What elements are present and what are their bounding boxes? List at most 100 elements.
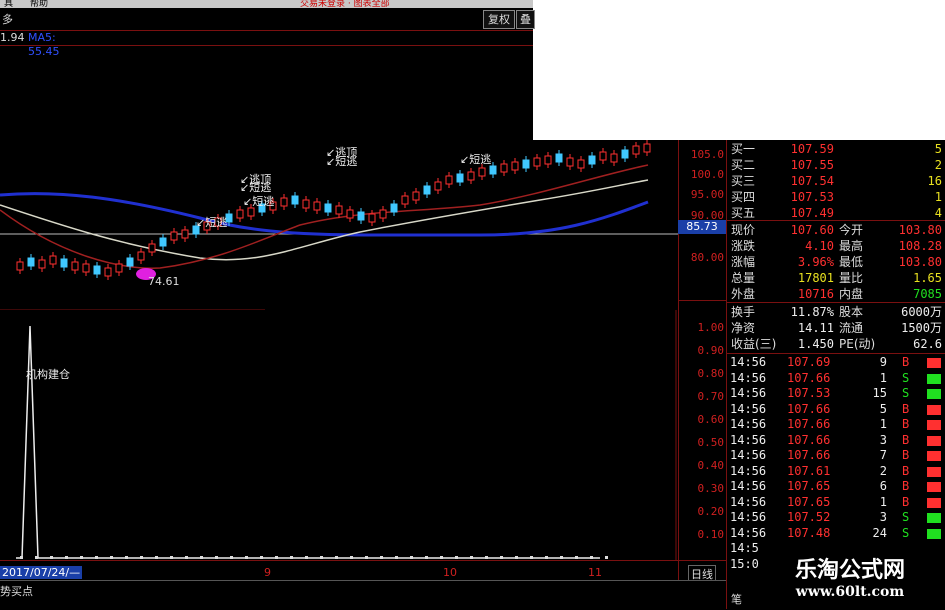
candle-body <box>346 209 354 219</box>
tick-row[interactable]: 14:56 107.53 15 S <box>727 386 944 401</box>
quote-label: 外盘 <box>731 287 756 301</box>
menu-tools[interactable]: 具 <box>4 0 13 8</box>
tick-bar <box>927 544 941 554</box>
order-book-row[interactable]: 买三 107.54 16 <box>727 173 944 189</box>
indicator-chart[interactable]: 机构建仓 <box>0 310 678 560</box>
date-axis: 2017/07/24/— 9 10 11 日线 <box>0 560 726 583</box>
indicator-dot <box>470 556 473 559</box>
scale-label: 80.00 <box>690 251 724 264</box>
quote-row: 总量 17801 量比 1.65 <box>727 270 944 286</box>
fundamental-row: 净资 14.11 流通 1500万 <box>727 320 944 336</box>
tick-row[interactable]: 14:5 <box>727 541 944 556</box>
tick-row[interactable]: 14:56 107.52 3 S <box>727 510 944 525</box>
tick-side: S <box>902 370 910 385</box>
ma-red-line <box>0 164 649 269</box>
quote-label: 涨跌 <box>731 239 756 253</box>
tick-row[interactable]: 14:56 107.66 1 B <box>727 417 944 432</box>
toolbar-left-label[interactable]: 多 <box>2 11 13 27</box>
indicator-dot <box>335 556 338 559</box>
fundamental-value: 14.11 <box>797 321 834 335</box>
tick-row[interactable]: 14:56 107.65 6 B <box>727 479 944 494</box>
candle-body <box>82 263 90 273</box>
tick-side: B <box>902 463 910 478</box>
tick-time: 14:56 <box>730 510 767 524</box>
order-volume: 4 <box>934 206 942 220</box>
tick-row[interactable]: 14:56 107.65 1 B <box>727 495 944 510</box>
menu-help[interactable]: 帮助 <box>30 0 48 8</box>
tick-row[interactable]: 14:56 107.66 3 B <box>727 433 944 448</box>
tick-row[interactable]: 14:56 107.66 5 B <box>727 402 944 417</box>
tick-row[interactable]: 14:56 107.69 9 B <box>727 355 944 370</box>
fuquan-button[interactable]: 复权 <box>483 10 515 29</box>
candle-body <box>434 181 442 191</box>
watermark-url: www.60lt.com <box>795 584 905 600</box>
tick-bar <box>927 451 941 461</box>
fundamental-value: 11.87% <box>790 305 834 319</box>
quote-label: 内盘 <box>839 287 864 301</box>
indicator-dot <box>545 556 548 559</box>
tick-volume: 2 <box>879 463 887 478</box>
scale-label: 0.50 <box>697 436 725 449</box>
indicator-dot <box>590 556 593 559</box>
scale-label: 1.00 <box>697 321 725 334</box>
tick-side: B <box>902 432 910 447</box>
candle-body <box>148 243 156 253</box>
indicator-dot <box>440 556 443 559</box>
tick-row[interactable]: 14:56 107.66 1 S <box>727 371 944 386</box>
signal-short-escape-1: ↙短逃 <box>196 215 227 229</box>
candle-body <box>544 155 552 165</box>
overlay-button[interactable]: 叠 <box>516 10 535 29</box>
quote-label: 量比 <box>839 271 864 285</box>
signal-short-escape-4: ↙短逃 <box>326 154 357 168</box>
tick-row[interactable]: 14:56 107.61 2 B <box>727 464 944 479</box>
quote-label: 总量 <box>731 271 756 285</box>
low-price-label: 74.61 <box>148 275 180 288</box>
candlestick-chart[interactable]: 74.61 ↙短逃 ↙逃顶 ↙短逃 ↙短逃 ↙逃顶 ↙短逃 ↙短逃 <box>0 30 678 310</box>
candle-body <box>291 195 299 205</box>
candle-body <box>610 153 618 163</box>
fundamental-label: 股本 <box>839 305 864 319</box>
order-book-row[interactable]: 买一 107.59 5 <box>727 141 944 157</box>
quote-row: 外盘 10716 内盘 7085 <box>727 286 944 302</box>
axis-month-9: 9 <box>264 566 271 579</box>
quote-panel: 买一 107.59 5 买二 107.55 2 买三 107.54 16 买四 107… <box>726 140 945 609</box>
indicator-tab[interactable]: 势买点 <box>0 583 33 599</box>
candle-body <box>632 145 640 155</box>
fundamental-value: 6000万 <box>901 305 942 319</box>
order-price: 107.49 <box>790 206 834 220</box>
tick-time: 14:56 <box>730 370 767 385</box>
candle-body <box>478 167 486 177</box>
order-book-row[interactable]: 买四 107.53 1 <box>727 189 944 205</box>
tick-time: 14:56 <box>730 401 767 416</box>
menu-bar: 具 帮助 交易未登录 · 图表全部 <box>0 0 533 8</box>
tick-bar <box>927 389 941 399</box>
scale-label: 0.80 <box>697 367 725 380</box>
scale-label: 0.40 <box>697 459 725 472</box>
order-book-row[interactable]: 买五 107.49 4 <box>727 205 944 221</box>
side-tab[interactable]: 笔 <box>731 591 742 607</box>
scale-label: 0.70 <box>697 390 725 403</box>
quote-value: 108.28 <box>898 239 942 253</box>
candle-body <box>566 157 574 167</box>
tick-volume: 24 <box>872 525 887 540</box>
candle-body <box>71 261 79 271</box>
candle-body <box>313 201 321 211</box>
indicator-dot <box>140 556 143 559</box>
candle-body <box>412 191 420 201</box>
tick-row[interactable]: 14:56 107.66 7 B <box>727 448 944 463</box>
tick-bar <box>927 435 941 446</box>
order-label: 买四 <box>731 190 756 204</box>
tick-volume: 3 <box>879 510 887 524</box>
tick-row[interactable]: 14:56 107.48 24 S <box>727 526 944 541</box>
axis-month-11: 11 <box>588 566 602 579</box>
indicator-dot <box>65 556 68 559</box>
order-label: 买一 <box>731 142 756 156</box>
menu-status-text: 交易未登录 · 图表全部 <box>300 0 390 8</box>
tick-time: 14:56 <box>730 479 767 493</box>
indicator-dot <box>50 556 53 559</box>
quote-label: 最低 <box>839 255 864 269</box>
fundamental-label: PE(动) <box>839 337 876 351</box>
order-book-row[interactable]: 买二 107.55 2 <box>727 157 944 173</box>
candle-body <box>555 153 563 163</box>
tick-time: 14:56 <box>730 386 767 400</box>
